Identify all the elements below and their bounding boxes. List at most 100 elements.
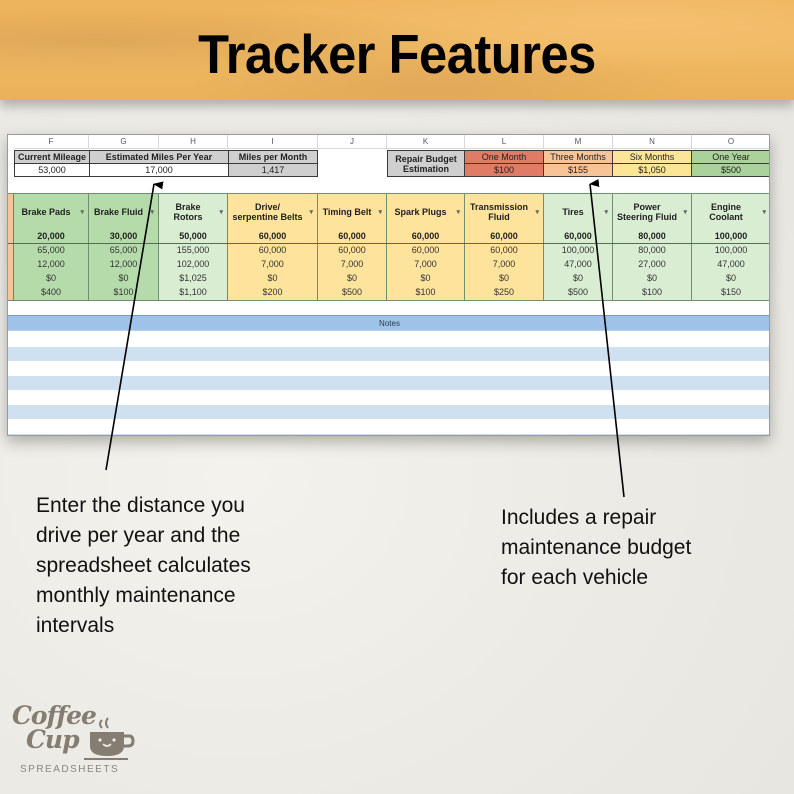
maintenance-value[interactable]: 100,000 — [544, 243, 612, 257]
maintenance-interval: 60,000 — [338, 231, 366, 241]
maintenance-header[interactable]: Transmission Fluid ▾ 60,000 — [465, 193, 544, 243]
maintenance-interval: 80,000 — [638, 231, 666, 241]
maintenance-item-name: Spark Plugs — [394, 207, 447, 217]
maintenance-value[interactable]: 65,000 — [89, 243, 158, 257]
maintenance-value[interactable]: 102,000 — [159, 257, 227, 271]
maintenance-value[interactable]: $0 — [613, 271, 691, 285]
maintenance-value[interactable]: $100 — [89, 285, 158, 299]
notes-row[interactable] — [8, 375, 769, 390]
maintenance-item-name: Brake Pads — [21, 207, 71, 217]
maintenance-value[interactable]: $0 — [692, 271, 769, 285]
maintenance-item-name: Power Steering Fluid — [616, 202, 677, 222]
estimated-miles-input[interactable]: 17,000 — [89, 163, 229, 177]
notes-row[interactable] — [8, 390, 769, 404]
maintenance-value[interactable]: $250 — [465, 285, 543, 299]
maintenance-item-name: Transmission Fluid — [469, 202, 529, 222]
filter-dropdown-icon[interactable]: ▾ — [456, 208, 460, 216]
maintenance-item-name: Brake Rotors — [173, 202, 203, 222]
maintenance-header[interactable]: Brake Rotors ▾ 50,000 — [159, 193, 228, 243]
column-letter[interactable]: L — [465, 135, 544, 149]
maintenance-header[interactable]: Brake Fluid ▾ 30,000 — [89, 193, 159, 243]
maintenance-data-column: 60,000 7,000 $0 $100 — [387, 243, 465, 301]
filter-dropdown-icon[interactable]: ▾ — [762, 208, 766, 216]
column-letter[interactable]: N — [613, 135, 692, 149]
column-letter[interactable]: I — [228, 135, 318, 149]
column-letter[interactable]: M — [544, 135, 613, 149]
maintenance-value[interactable]: 60,000 — [228, 243, 317, 257]
maintenance-value[interactable]: 80,000 — [613, 243, 691, 257]
current-mileage-label: Current Mileage — [14, 150, 90, 164]
maintenance-value[interactable]: $500 — [544, 285, 612, 299]
maintenance-header[interactable]: Timing Belt ▾ 60,000 — [318, 193, 387, 243]
notes-row[interactable] — [8, 419, 769, 433]
maintenance-value[interactable]: 60,000 — [318, 243, 386, 257]
maintenance-value[interactable]: $200 — [228, 285, 317, 299]
callout-line: Enter the distance you — [36, 494, 245, 517]
maintenance-value[interactable]: 7,000 — [228, 257, 317, 271]
maintenance-value[interactable]: 60,000 — [465, 243, 543, 257]
maintenance-value[interactable]: 12,000 — [14, 257, 88, 271]
maintenance-value[interactable]: 12,000 — [89, 257, 158, 271]
maintenance-value[interactable]: 27,000 — [613, 257, 691, 271]
maintenance-value[interactable]: $150 — [692, 285, 769, 299]
maintenance-value[interactable]: $0 — [14, 271, 88, 285]
maintenance-value[interactable]: $0 — [387, 271, 464, 285]
callout-line: intervals — [36, 614, 115, 637]
maintenance-item-name: Brake Fluid — [93, 207, 143, 217]
maintenance-value[interactable]: $400 — [14, 285, 88, 299]
column-letter[interactable]: G — [89, 135, 159, 149]
maintenance-header[interactable]: Brake Pads ▾ 20,000 — [14, 193, 89, 243]
filter-dropdown-icon[interactable]: ▾ — [309, 208, 313, 216]
maintenance-value[interactable]: $0 — [465, 271, 543, 285]
filter-dropdown-icon[interactable]: ▾ — [219, 208, 223, 216]
maintenance-value[interactable]: $100 — [387, 285, 464, 299]
filter-dropdown-icon[interactable]: ▾ — [604, 208, 608, 216]
maintenance-value[interactable]: $100 — [613, 285, 691, 299]
maintenance-header[interactable]: Engine Coolant ▾ 100,000 — [692, 193, 769, 243]
maintenance-value[interactable]: 7,000 — [387, 257, 464, 271]
filter-dropdown-icon[interactable]: ▾ — [80, 208, 84, 216]
filter-dropdown-icon[interactable]: ▾ — [378, 208, 382, 216]
current-mileage-value[interactable]: 53,000 — [14, 163, 90, 177]
maintenance-value[interactable]: $1,025 — [159, 271, 227, 285]
maintenance-value[interactable]: $0 — [544, 271, 612, 285]
maintenance-value[interactable]: $500 — [318, 285, 386, 299]
column-letter[interactable]: J — [318, 135, 387, 149]
maintenance-interval: 60,000 — [411, 231, 440, 241]
callout-mileage-text: Enter the distance you drive per year and… — [36, 491, 251, 641]
filter-dropdown-icon[interactable]: ▾ — [150, 208, 154, 216]
notes-row[interactable] — [8, 361, 769, 375]
maintenance-value[interactable]: 65,000 — [14, 243, 88, 257]
maintenance-header[interactable]: Power Steering Fluid ▾ 80,000 — [613, 193, 692, 243]
maintenance-header[interactable]: Tires ▾ 60,000 — [544, 193, 613, 243]
maintenance-value[interactable]: $0 — [89, 271, 158, 285]
maintenance-value[interactable]: 155,000 — [159, 243, 227, 257]
maintenance-value[interactable]: 47,000 — [544, 257, 612, 271]
table-top-border — [8, 193, 769, 194]
maintenance-header[interactable]: Drive/ serpentine Belts ▾ 60,000 — [228, 193, 318, 243]
maintenance-value[interactable]: 60,000 — [387, 243, 464, 257]
maintenance-value[interactable]: $1,100 — [159, 285, 227, 299]
maintenance-value[interactable]: $0 — [228, 271, 317, 285]
maintenance-value[interactable]: 7,000 — [465, 257, 543, 271]
column-letter[interactable]: K — [387, 135, 465, 149]
filter-dropdown-icon[interactable]: ▾ — [535, 208, 539, 216]
budget-label-one-year: One Year — [691, 150, 769, 164]
notes-row[interactable] — [8, 346, 769, 361]
notes-row[interactable] — [8, 332, 769, 346]
column-letter[interactable]: F — [14, 135, 89, 149]
maintenance-header[interactable]: Spark Plugs ▾ 60,000 — [387, 193, 465, 243]
maintenance-value[interactable]: 7,000 — [318, 257, 386, 271]
callout-line: maintenance budget — [501, 536, 692, 559]
maintenance-value[interactable]: $0 — [318, 271, 386, 285]
coffee-cup-icon — [84, 717, 135, 760]
column-letter[interactable]: H — [159, 135, 228, 149]
column-letter[interactable]: O — [692, 135, 769, 149]
filter-dropdown-icon[interactable]: ▾ — [683, 208, 687, 216]
maintenance-value[interactable]: 47,000 — [692, 257, 769, 271]
notes-row[interactable] — [8, 433, 769, 435]
budget-value-three-months: $155 — [543, 163, 613, 177]
notes-row[interactable] — [8, 404, 769, 419]
maintenance-data-column: 60,000 7,000 $0 $500 — [318, 243, 387, 301]
maintenance-value[interactable]: 100,000 — [692, 243, 769, 257]
